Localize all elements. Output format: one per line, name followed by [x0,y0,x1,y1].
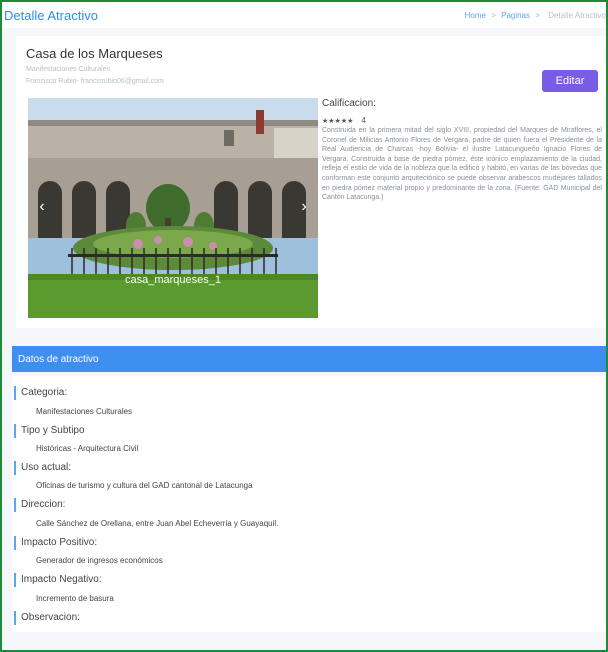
field-label-impacto-positivo: Impacto Positivo: [14,536,97,550]
breadcrumb-current: Detalle Atractivo [548,10,606,20]
chevron-right-icon[interactable]: › [296,196,312,218]
rating: ★★★★★ 4 [322,116,366,125]
breadcrumb-separator: > [491,10,496,20]
image-caption: casa_marqueses_1 [124,274,221,286]
breadcrumb-separator: > [535,10,540,20]
field-label-direccion: Direccion: [14,498,65,512]
field-value-tipo: Históricas - Arquitectura Civil [36,444,139,453]
breadcrumb-home[interactable]: Home [465,11,486,20]
attraction-category: Manifestaciones Culturales [26,66,111,73]
attraction-name: Casa de los Marqueses [26,46,163,61]
chevron-left-icon[interactable]: ‹ [34,196,50,218]
field-value-categoria: Manifestaciones Culturales [36,407,133,416]
top-bar: Detalle Atractivo Home > Paginas > Detal… [2,2,606,28]
edit-button[interactable]: Editar [542,70,598,92]
page-title: Detalle Atractivo [4,7,98,23]
attraction-card: Casa de los Marqueses Manifestaciones Cu… [16,36,606,328]
field-value-direccion: Calle Sánchez de Orellana, entre Juan Ab… [36,519,279,528]
field-label-uso: Uso actual: [14,461,71,475]
field-label-impacto-negativo: Impacto Negativo: [14,573,102,587]
section-header: Datos de atractivo [12,346,606,372]
app-frame: Detalle Atractivo Home > Paginas > Detal… [0,0,608,652]
field-value-uso: Oficinas de turismo y cultura del GAD ca… [36,481,253,490]
rating-value: 4 [361,116,366,125]
field-value-impacto-negativo: Incremento de basura [36,594,114,603]
image-carousel[interactable]: ‹ › casa_marqueses_1 [28,98,318,318]
rating-title: Calificacion: [322,98,376,109]
breadcrumb: Home > Paginas > Detalle Atractivo [465,11,606,20]
field-label-tipo: Tipo y Subtipo [14,424,85,438]
field-label-categoria: Categoria: [14,386,67,400]
field-value-impacto-positivo: Generador de ingresos económicos [36,556,163,565]
attraction-author: Francisco Rubio- francisrubio06@gmail.co… [26,78,164,85]
field-label-observacion: Observacion: [14,611,80,625]
star-icon: ★★★★★ [322,118,354,125]
details-panel: Categoria: Manifestaciones Culturales Ti… [12,376,606,632]
attraction-description: Construida en la primera mitad del siglo… [322,127,602,202]
breadcrumb-paginas[interactable]: Paginas [501,11,530,20]
